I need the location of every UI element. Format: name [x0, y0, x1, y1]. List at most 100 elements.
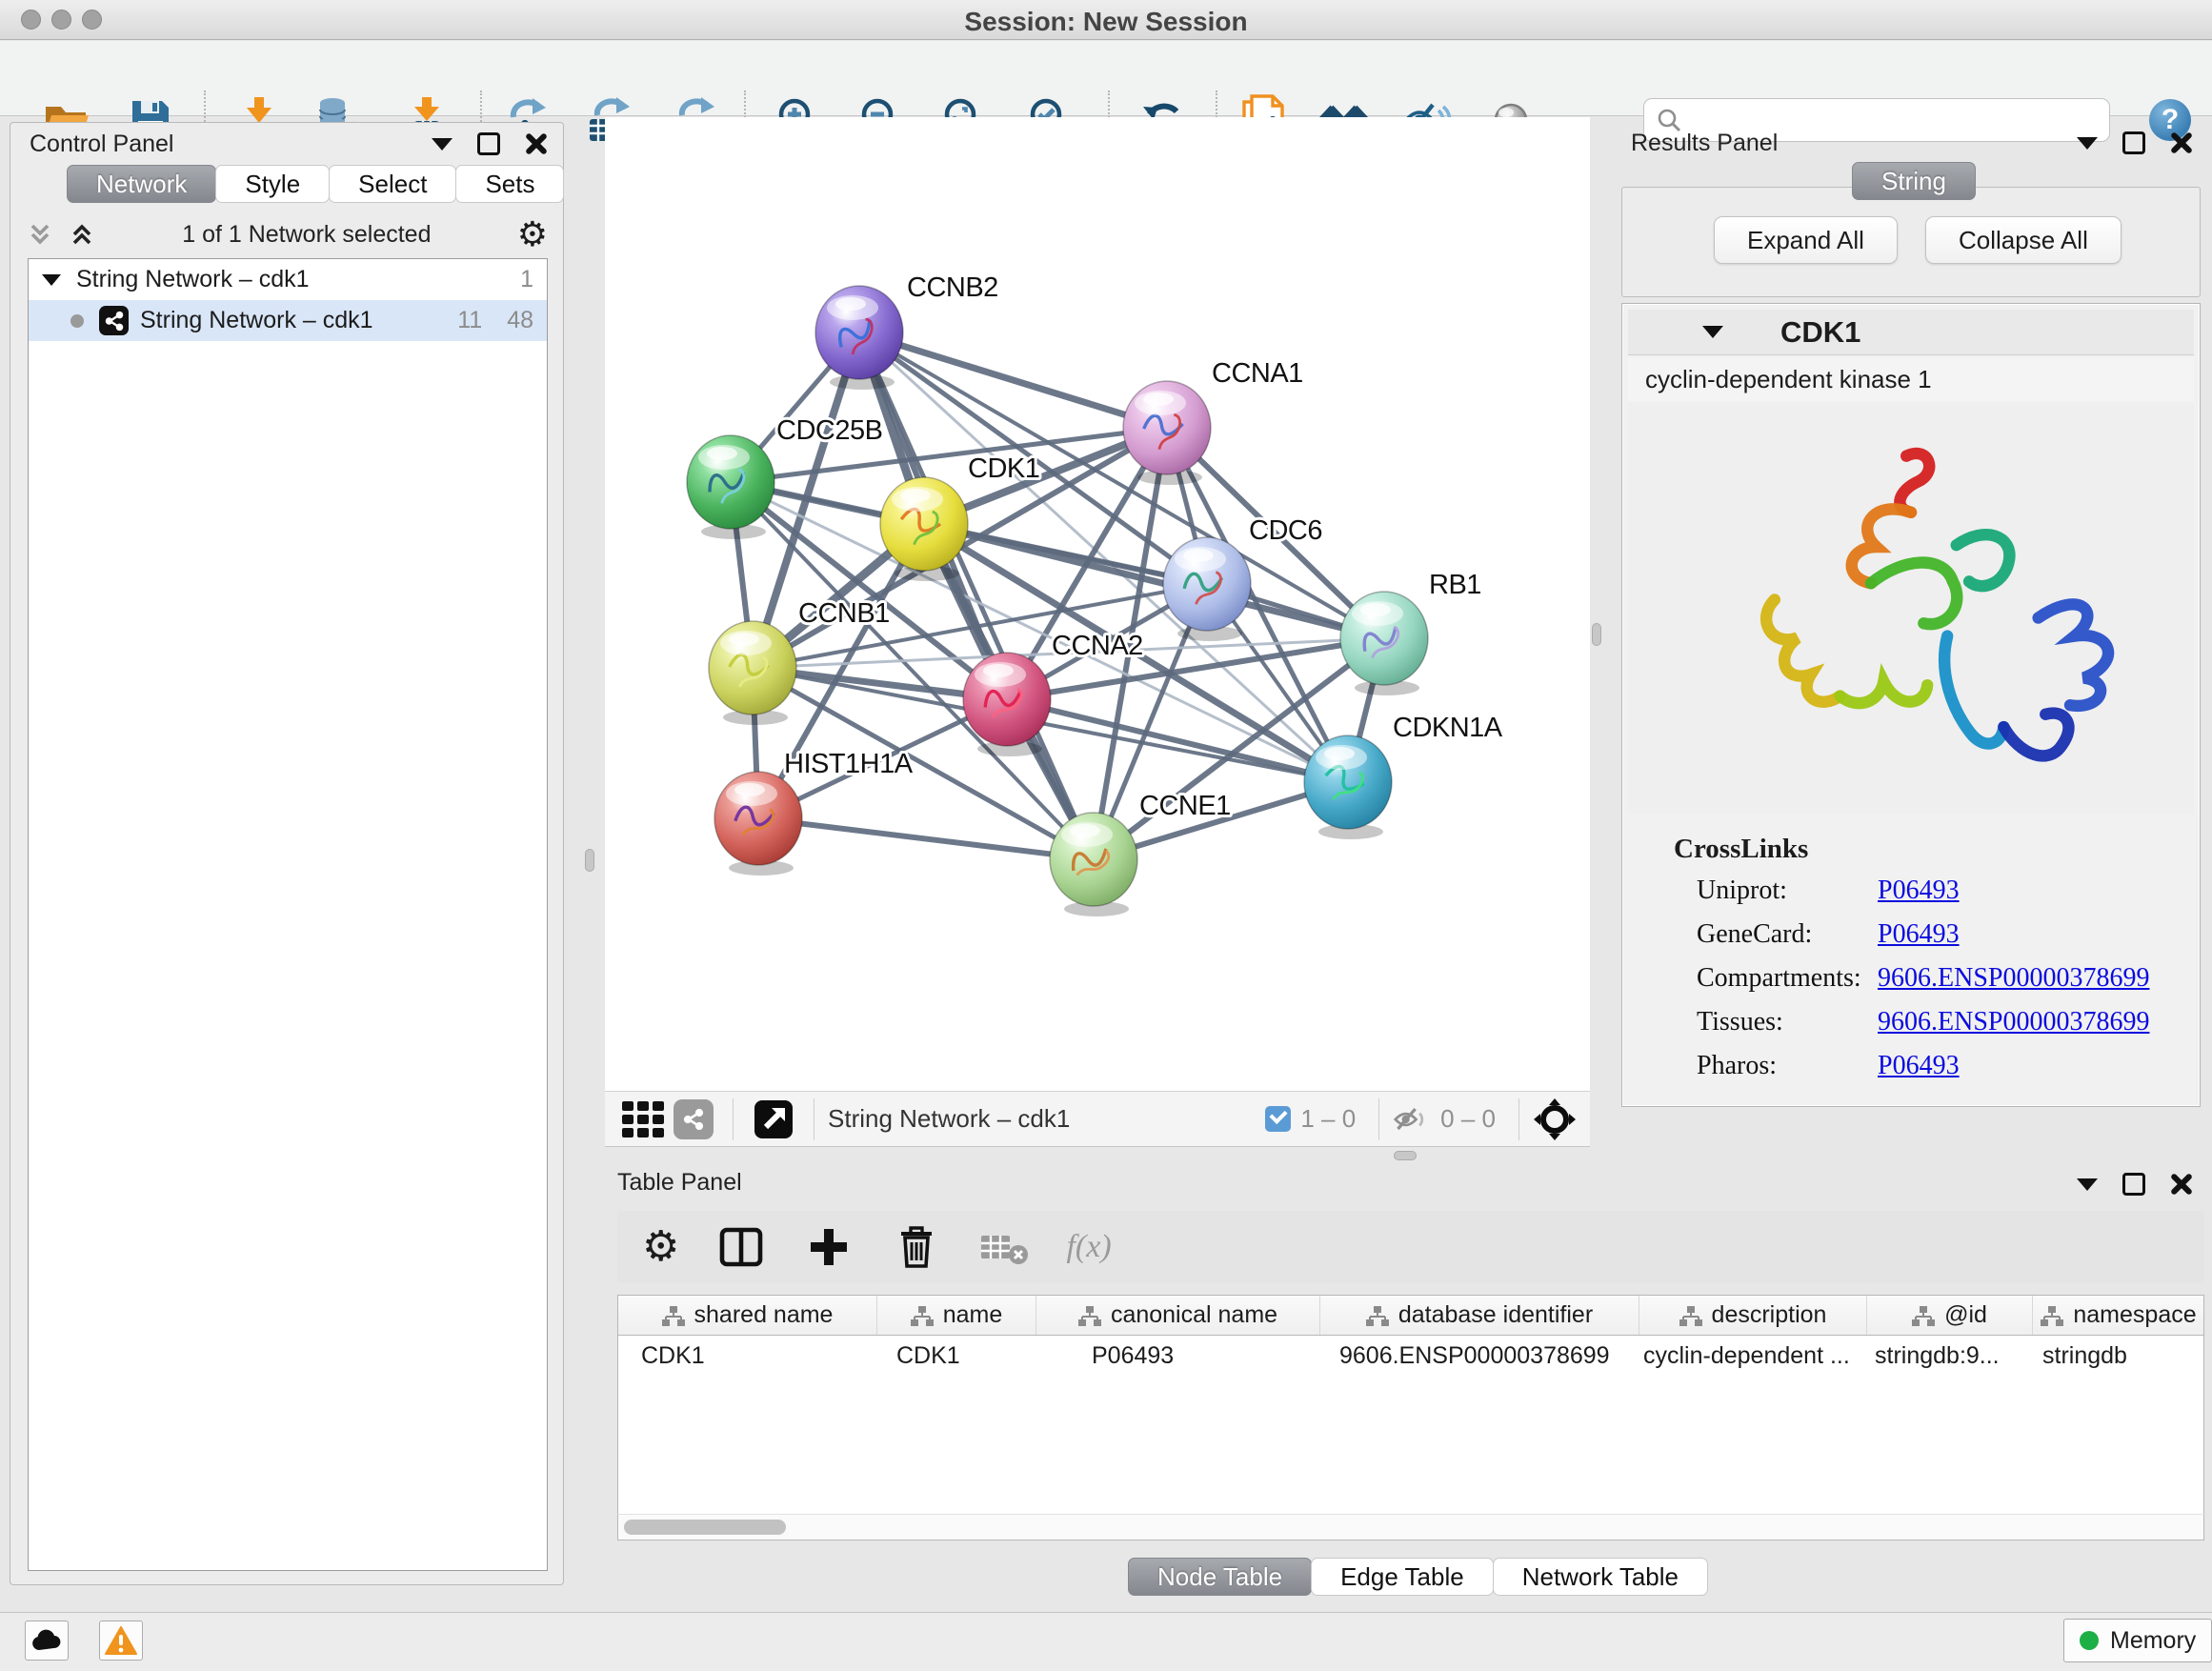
tab-string[interactable]: String — [1852, 162, 1976, 200]
show-columns-icon[interactable] — [715, 1221, 767, 1273]
fit-selected-target-icon[interactable] — [1533, 1097, 1577, 1141]
node-table[interactable]: shared namenamecanonical namedatabase id… — [617, 1295, 2204, 1514]
column-header-shared-name[interactable]: shared name — [618, 1296, 877, 1335]
network-list: String Network – cdk1 1 String Network –… — [28, 258, 548, 1571]
results-panel-menu-icon[interactable] — [2077, 137, 2098, 150]
control-panel-close-icon[interactable] — [525, 132, 548, 155]
add-column-icon[interactable] — [803, 1221, 855, 1273]
crosslink-link[interactable]: 9606.ENSP00000378699 — [1878, 963, 2149, 994]
crosslink-row: Compartments:9606.ENSP00000378699 — [1628, 956, 2194, 1000]
column-header-description[interactable]: description — [1639, 1296, 1867, 1335]
crosslink-link[interactable]: P06493 — [1878, 919, 1960, 950]
table-row[interactable]: CDK1CDK1P064939606.ENSP00000378699cyclin… — [618, 1336, 2203, 1376]
column-type-icon — [1912, 1305, 1935, 1326]
node-label-cdc6: CDC6 — [1249, 515, 1322, 546]
column-header-database-identifier[interactable]: database identifier — [1320, 1296, 1639, 1335]
network-node-cdkn1a[interactable]: CDKN1A — [1304, 713, 1503, 839]
network-view-title: String Network – cdk1 — [828, 1104, 1070, 1134]
window-title: Session: New Session — [0, 7, 2212, 37]
results-panel-close-icon[interactable] — [2170, 131, 2193, 154]
column-type-icon — [2041, 1305, 2063, 1326]
crosslink-link[interactable]: P06493 — [1878, 876, 1960, 906]
memory-button[interactable]: Memory — [2063, 1619, 2212, 1662]
gene-collapse-caret-icon[interactable] — [1702, 326, 1723, 338]
crosslink-row: Uniprot:P06493 — [1628, 869, 2194, 913]
table-panel-close-icon[interactable] — [2170, 1173, 2193, 1196]
grid-view-icon[interactable] — [618, 1100, 668, 1138]
window-status-bar: Memory — [0, 1612, 2212, 1671]
left-splitter-handle[interactable] — [585, 849, 594, 872]
table-cell[interactable]: CDK1 — [877, 1336, 1036, 1376]
gene-name: CDK1 — [1780, 315, 1860, 350]
function-builder-icon: f(x) — [1066, 1229, 1111, 1265]
column-type-icon — [911, 1305, 934, 1326]
delete-column-trash-icon[interactable] — [891, 1221, 942, 1273]
network-icon — [99, 306, 129, 335]
node-label-hist1h1a: HIST1H1A — [784, 749, 914, 779]
table-cell[interactable]: stringdb — [2033, 1336, 2204, 1376]
hidden-elements-eye-icon[interactable] — [1393, 1104, 1431, 1135]
column-header-name[interactable]: name — [877, 1296, 1036, 1335]
collection-caret-icon[interactable] — [42, 274, 61, 286]
table-panel-menu-icon[interactable] — [2077, 1178, 2098, 1191]
tab-node-table[interactable]: Node Table — [1128, 1558, 1312, 1596]
tab-network-table[interactable]: Network Table — [1493, 1558, 1708, 1596]
gene-header-row[interactable]: CDK1 — [1628, 310, 2194, 355]
tab-select[interactable]: Select — [329, 165, 456, 203]
table-panel-float-icon[interactable] — [2122, 1173, 2145, 1196]
network-canvas[interactable]: CCNB2CCNA1CDC25BCDK1CDC6RB1CCNB1CCNA2CDK… — [605, 117, 1590, 1091]
network-node-rb1[interactable]: RB1 — [1340, 570, 1481, 695]
table-cell[interactable]: stringdb:9... — [1867, 1336, 2033, 1376]
collapse-all-chevron-icon[interactable] — [26, 220, 54, 249]
network-node-ccne1[interactable]: CCNE1 — [1050, 791, 1231, 916]
results-panel-float-icon[interactable] — [2122, 131, 2145, 154]
table-horizontal-scrollbar[interactable] — [617, 1514, 2204, 1540]
network-edges — [731, 332, 1384, 859]
crosslink-row: Pharos:P06493 — [1628, 1044, 2194, 1088]
table-cell[interactable]: P06493 — [1036, 1336, 1320, 1376]
table-cell[interactable]: CDK1 — [618, 1336, 877, 1376]
tab-style[interactable]: Style — [215, 165, 330, 203]
expand-all-chevron-icon[interactable] — [68, 220, 96, 249]
control-panel-float-icon[interactable] — [477, 132, 500, 155]
birds-eye-view-icon[interactable] — [747, 1094, 800, 1145]
node-label-cdk1: CDK1 — [968, 453, 1039, 484]
column-header-canonical-name[interactable]: canonical name — [1036, 1296, 1320, 1335]
results-panel-controls: Expand All Collapse All — [1621, 187, 2201, 297]
network-view-toolbar: String Network – cdk1 1 – 0 0 – 0 — [605, 1091, 1590, 1147]
warning-icon — [105, 1626, 137, 1655]
control-panel-menu-icon[interactable] — [432, 138, 452, 151]
tab-sets[interactable]: Sets — [455, 165, 564, 203]
network-collection-row[interactable]: String Network – cdk1 1 — [29, 259, 547, 300]
control-panel-title: Control Panel — [30, 131, 173, 158]
node-label-ccne1: CCNE1 — [1139, 791, 1231, 821]
table-cell[interactable]: 9606.ENSP00000378699 — [1320, 1336, 1639, 1376]
network-options-gear-icon[interactable]: ⚙ — [517, 217, 548, 252]
tab-network[interactable]: Network — [67, 165, 216, 203]
column-header--id[interactable]: @id — [1867, 1296, 2033, 1335]
network-share-icon[interactable] — [668, 1094, 719, 1145]
crosslink-link[interactable]: 9606.ENSP00000378699 — [1878, 1007, 2149, 1037]
table-tabs: Node TableEdge TableNetwork Table — [1129, 1558, 1708, 1596]
collapse-all-button[interactable]: Collapse All — [1925, 216, 2122, 264]
network-node-hist1h1a[interactable]: HIST1H1A — [714, 749, 914, 876]
network-node-ccna1[interactable]: CCNA1 — [1123, 358, 1303, 485]
table-settings-gear-icon[interactable]: ⚙ — [642, 1226, 679, 1268]
column-type-icon — [1366, 1305, 1389, 1326]
column-header-namespace[interactable]: namespace — [2033, 1296, 2204, 1335]
cloud-status-button[interactable] — [25, 1621, 69, 1661]
control-panel: Control Panel NetworkStyleSelectSets 1 o… — [10, 122, 564, 1585]
warnings-button[interactable] — [99, 1621, 143, 1661]
tab-edge-table[interactable]: Edge Table — [1311, 1558, 1494, 1596]
scrollbar-thumb[interactable] — [624, 1520, 786, 1535]
network-node-ccnb2[interactable]: CCNB2 — [815, 272, 998, 390]
title-bar: Session: New Session — [0, 0, 2212, 40]
right-splitter-handle[interactable] — [1592, 623, 1601, 646]
results-panel-title: Results Panel — [1631, 130, 1778, 157]
network-node-cdc6[interactable]: CDC6 — [1163, 515, 1322, 641]
table-cell[interactable]: cyclin-dependent ... — [1639, 1336, 1867, 1376]
crosslink-link[interactable]: P06493 — [1878, 1051, 1960, 1081]
network-row[interactable]: String Network – cdk1 11 48 — [29, 300, 547, 341]
expand-all-button[interactable]: Expand All — [1714, 216, 1898, 264]
selected-elements-checkbox[interactable] — [1265, 1106, 1291, 1132]
